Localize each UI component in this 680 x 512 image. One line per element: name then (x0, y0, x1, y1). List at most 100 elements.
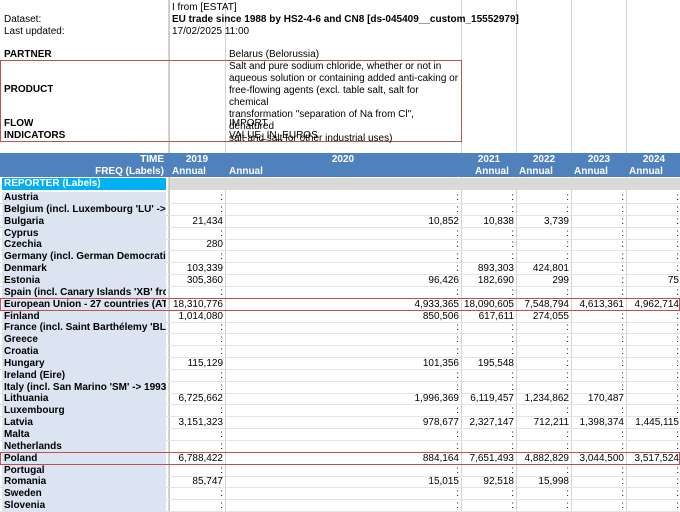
value-cell[interactable]: : (599, 500, 679, 512)
reporter-cell[interactable]: Lithuania (2, 393, 166, 406)
value-cell[interactable]: : (143, 204, 223, 216)
value-cell[interactable]: : (599, 239, 679, 251)
reporter-cell[interactable]: Romania (2, 476, 166, 489)
reporter-cell[interactable]: Italy (incl. San Marino 'SM' -> 1993) (2, 381, 166, 394)
value-cell[interactable]: 1,014,080 (143, 311, 224, 323)
value-cell[interactable]: : (143, 228, 223, 240)
reporter-cell[interactable]: Greece (2, 334, 166, 347)
value-cell[interactable]: : (143, 429, 223, 441)
value-cell[interactable]: : (143, 500, 223, 512)
value-cell[interactable]: : (599, 429, 679, 441)
reporter-cell[interactable]: Bulgaria (2, 215, 166, 228)
value-cell[interactable]: : (599, 405, 679, 417)
reporter-cell[interactable]: Sweden (2, 488, 166, 501)
value-cell[interactable]: 280 (143, 239, 223, 251)
reporter-header: REPORTER (Labels) (2, 178, 166, 190)
reporter-cell[interactable]: Ireland (Eire) (2, 369, 166, 382)
year-header[interactable]: 2020 (313, 154, 373, 165)
reporter-cell[interactable]: Portugal (2, 464, 166, 477)
year-header[interactable]: 2022 (514, 154, 574, 165)
flow-label: FLOW (4, 118, 34, 129)
value-cell[interactable]: : (143, 334, 223, 346)
freq-header: Annual (629, 166, 663, 177)
value-cell[interactable]: : (599, 322, 679, 334)
product-label: PRODUCT (4, 84, 54, 95)
value-cell[interactable]: 75 (599, 275, 679, 287)
value-cell[interactable]: : (599, 311, 679, 323)
value-cell[interactable]: : (599, 393, 679, 405)
year-header[interactable]: 2023 (569, 154, 629, 165)
reporter-cell[interactable]: Slovenia (2, 500, 166, 512)
value-cell[interactable]: 103,339 (143, 263, 223, 275)
freq-header-label: FREQ (Labels) (95, 166, 164, 177)
value-cell[interactable]: 85,747 (143, 476, 223, 488)
reporter-cell[interactable]: Luxembourg (2, 405, 166, 418)
highlighted-row-outline (0, 451, 680, 465)
dataset-value: EU trade since 1988 by HS2-4-6 and CN8 [… (172, 14, 519, 25)
reporter-cell[interactable]: Croatia (2, 346, 166, 359)
value-cell[interactable]: : (599, 216, 679, 228)
updated-label: Last updated: (4, 26, 65, 37)
value-cell[interactable]: 21,434 (143, 216, 223, 228)
value-cell[interactable]: : (599, 370, 679, 382)
reporter-cell[interactable]: Malta (2, 429, 166, 441)
year-header[interactable]: 2024 (624, 154, 680, 165)
reporter-cell[interactable]: Belgium (incl. Luxembourg 'LU' -> 1 (2, 203, 166, 216)
product-line: aqueous solution or containing added ant… (229, 73, 459, 84)
product-line: free-flowing agents (excl. table salt, s… (229, 85, 419, 108)
value-cell[interactable]: 115,129 (143, 358, 223, 370)
dataset-label: Dataset: (4, 14, 42, 25)
reporter-cell[interactable]: Czechia (2, 239, 166, 252)
year-header[interactable]: 2021 (459, 154, 519, 165)
value-cell[interactable]: : (143, 192, 223, 204)
product-line: Salt and pure sodium chloride, whether o… (229, 61, 442, 72)
reporter-cell[interactable]: Austria (2, 192, 166, 204)
value-cell[interactable]: : (599, 346, 679, 358)
value-cell[interactable]: : (599, 204, 679, 216)
flow-value: IMPORT (229, 118, 268, 129)
year-header[interactable]: 2019 (167, 154, 227, 165)
partner-label: PARTNER (4, 49, 52, 60)
partner-value: Belarus (Belorussia) (229, 49, 320, 60)
value-cell[interactable]: : (599, 465, 679, 477)
value-cell[interactable]: : (599, 358, 679, 370)
value-cell[interactable]: : (143, 382, 223, 394)
freq-header: Annual (475, 166, 509, 177)
value-cell[interactable]: : (143, 322, 223, 334)
value-cell[interactable]: : (599, 263, 679, 275)
reporter-cell[interactable]: France (incl. Saint Barthélemy 'BL' - (2, 322, 166, 335)
freq-header: Annual (519, 166, 553, 177)
value-cell[interactable]: : (599, 476, 679, 488)
freq-header: Annual (172, 166, 206, 177)
reporter-cell[interactable]: Germany (incl. German Democratic (2, 251, 166, 264)
indicators-label: INDICATORS (4, 130, 66, 141)
value-cell[interactable]: : (143, 405, 223, 417)
value-cell[interactable]: 6,725,662 (143, 393, 224, 405)
reporter-cell[interactable]: Finland (2, 310, 166, 323)
source-fragment: I from [ESTAT] (172, 2, 237, 13)
reporter-cell[interactable]: Hungary (2, 357, 166, 370)
highlighted-row-outline (0, 297, 680, 311)
indicators-value: VALUE_IN_EUROS (229, 130, 318, 141)
value-cell[interactable]: : (143, 465, 223, 477)
reporter-cell[interactable]: Denmark (2, 263, 166, 276)
value-cell[interactable]: : (143, 370, 223, 382)
freq-header: Annual (229, 166, 263, 177)
value-cell[interactable]: : (143, 346, 223, 358)
freq-header: Annual (574, 166, 608, 177)
reporter-cell[interactable]: Estonia (2, 274, 166, 287)
value-cell[interactable]: 1,445,115 (599, 417, 679, 429)
value-cell[interactable]: : (599, 192, 679, 204)
reporter-cell[interactable]: Latvia (2, 417, 166, 430)
value-cell[interactable]: : (599, 382, 679, 394)
value-cell[interactable]: : (599, 488, 679, 500)
value-cell[interactable]: 3,151,323 (143, 417, 224, 429)
value-cell[interactable]: : (599, 251, 679, 263)
value-cell[interactable]: : (143, 251, 223, 263)
value-cell[interactable]: : (143, 488, 223, 500)
reporter-cell[interactable]: Cyprus (2, 227, 166, 240)
value-cell[interactable]: : (599, 228, 679, 240)
updated-value: 17/02/2025 11:00 (172, 26, 250, 37)
value-cell[interactable]: : (599, 334, 679, 346)
value-cell[interactable]: 305,360 (143, 275, 223, 287)
